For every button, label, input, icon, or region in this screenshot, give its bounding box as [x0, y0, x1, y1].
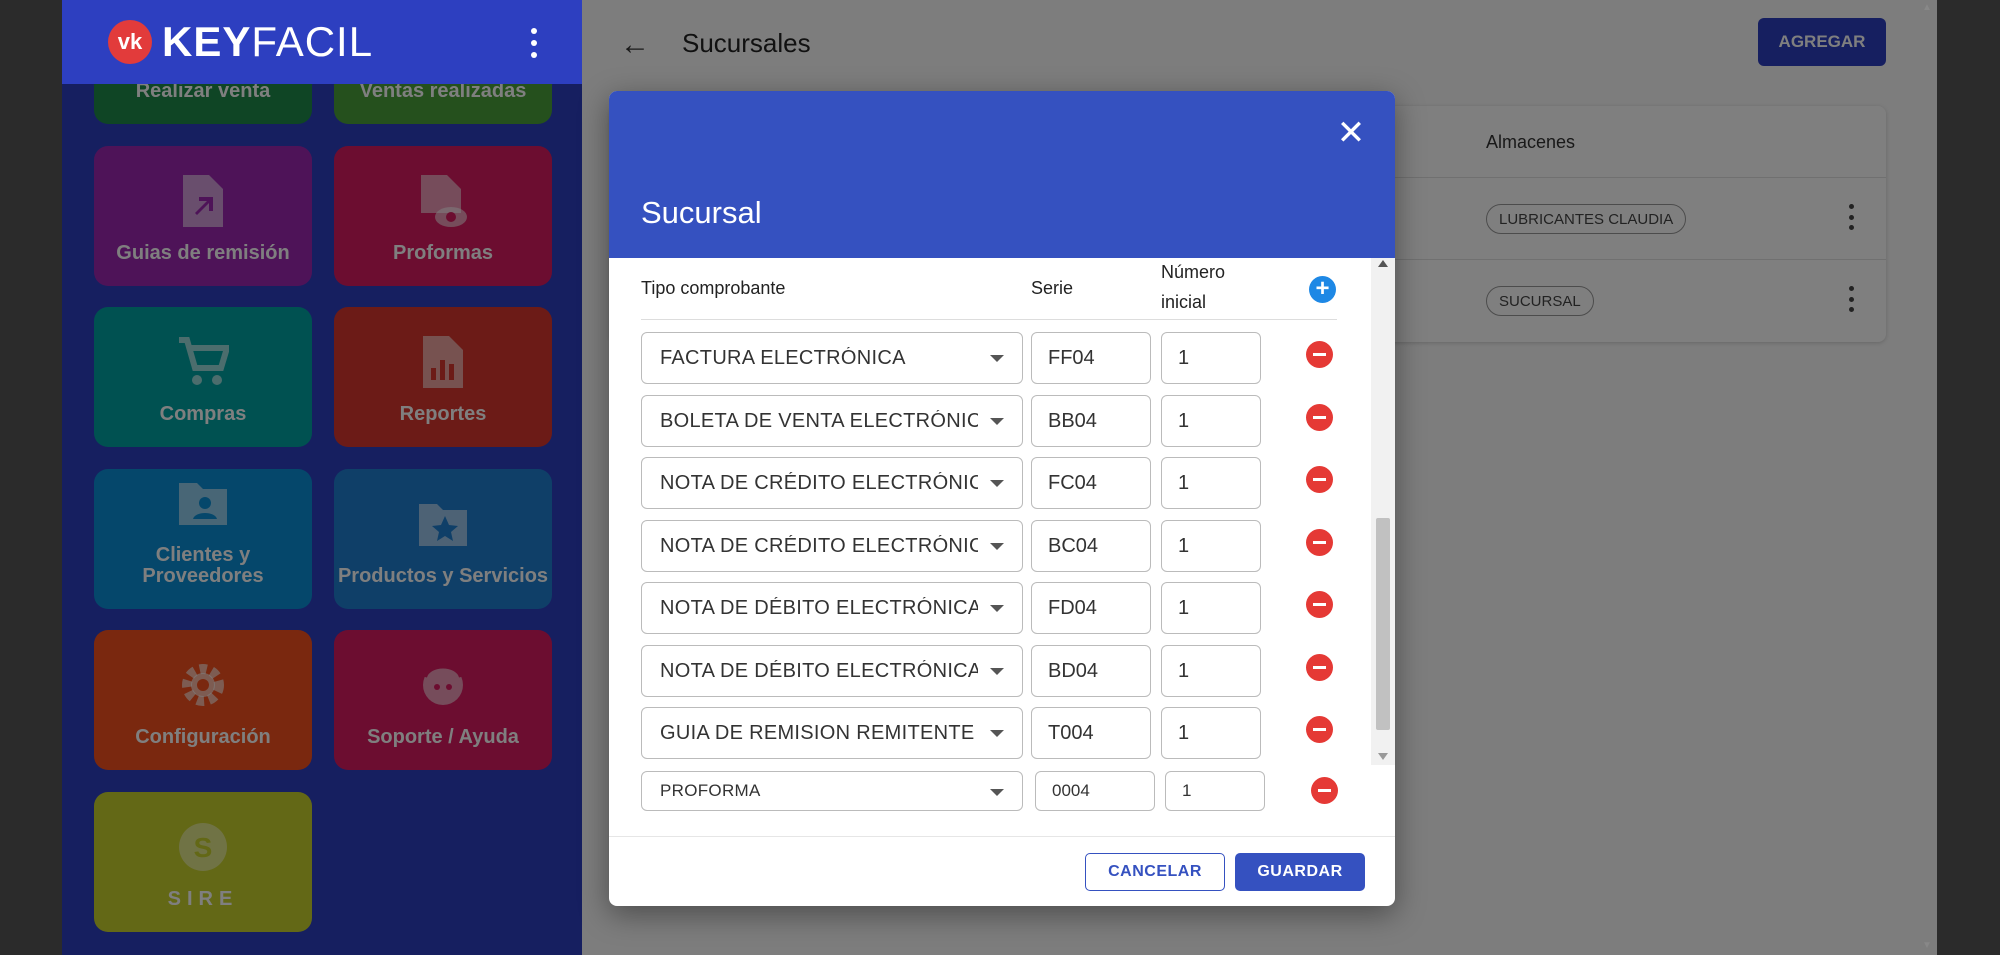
dialog-header: Sucursal ✕ [609, 91, 1395, 258]
logo-light: FACIL [251, 18, 374, 65]
remove-row-icon[interactable] [1306, 466, 1333, 493]
remove-row-icon[interactable] [1306, 341, 1333, 368]
numero-input[interactable]: 1 [1161, 645, 1261, 697]
caret-down-icon [990, 668, 1004, 675]
comprobante-row: NOTA DE CRÉDITO ELECTRÓNICA BC04 1 [641, 520, 1361, 572]
scroll-down-icon[interactable] [1378, 753, 1388, 760]
numero-input[interactable]: 1 [1165, 771, 1265, 811]
sucursal-dialog: Sucursal ✕ Tipo comprobante Serie Número… [609, 91, 1395, 906]
remove-row-icon[interactable] [1306, 654, 1333, 681]
dialog-body: Tipo comprobante Serie Número inicial + … [609, 258, 1395, 765]
column-header-serie: Serie [1031, 278, 1074, 298]
numero-input[interactable]: 1 [1161, 457, 1261, 509]
scroll-up-icon[interactable] [1378, 260, 1388, 267]
serie-input[interactable]: BD04 [1031, 645, 1151, 697]
page-scrollbar[interactable]: ▲ ▼ [1920, 0, 1937, 955]
caret-down-icon [990, 605, 1004, 612]
comprobante-row: NOTA DE DÉBITO ELECTRÓNICA BD04 1 [641, 645, 1361, 697]
numero-input[interactable]: 1 [1161, 707, 1261, 759]
serie-input[interactable]: 0004 [1035, 771, 1155, 811]
caret-down-icon [990, 480, 1004, 487]
column-header-tipo: Tipo comprobante [641, 278, 786, 298]
add-row-icon[interactable]: + [1309, 276, 1336, 303]
comprobante-row: PROFORMA 0004 1 [641, 771, 1361, 823]
remove-row-icon[interactable] [1306, 716, 1333, 743]
remove-row-icon[interactable] [1306, 529, 1333, 556]
tipo-select[interactable]: BOLETA DE VENTA ELECTRÓNICA [641, 395, 1023, 447]
cancel-button[interactable]: CANCELAR [1085, 853, 1225, 891]
tipo-select[interactable]: NOTA DE CRÉDITO ELECTRÓNICA [641, 457, 1023, 509]
tipo-select[interactable]: FACTURA ELECTRÓNICA [641, 332, 1023, 384]
dialog-footer: CANCELAR GUARDAR [609, 836, 1395, 906]
caret-down-icon [990, 543, 1004, 550]
numero-input[interactable]: 1 [1161, 395, 1261, 447]
scroll-thumb[interactable] [1376, 518, 1390, 730]
logo: KEYFACIL [162, 18, 373, 66]
scroll-down-icon[interactable]: ▼ [1922, 940, 1932, 951]
tipo-select[interactable]: PROFORMA [641, 771, 1023, 811]
sidebar-menu-icon[interactable] [528, 28, 540, 58]
numero-input[interactable]: 1 [1161, 520, 1261, 572]
dialog-title: Sucursal [641, 195, 762, 230]
caret-down-icon [990, 355, 1004, 362]
numero-input[interactable]: 1 [1161, 332, 1261, 384]
save-button[interactable]: GUARDAR [1235, 853, 1365, 891]
comprobante-row: NOTA DE DÉBITO ELECTRÓNICA FD04 1 [641, 582, 1361, 634]
close-icon[interactable]: ✕ [1333, 115, 1369, 151]
column-header-inicial: inicial [1161, 292, 1207, 312]
tipo-select[interactable]: NOTA DE DÉBITO ELECTRÓNICA [641, 582, 1023, 634]
comprobante-row: GUIA DE REMISION REMITENTE EL T004 1 [641, 707, 1361, 759]
serie-input[interactable]: T004 [1031, 707, 1151, 759]
serie-input[interactable]: BC04 [1031, 520, 1151, 572]
header-divider [641, 319, 1337, 320]
logo-bar: vk KEYFACIL [62, 0, 582, 84]
caret-down-icon [990, 789, 1004, 796]
caret-down-icon [990, 418, 1004, 425]
scroll-up-icon[interactable]: ▲ [1922, 2, 1932, 13]
numero-input[interactable]: 1 [1161, 582, 1261, 634]
logo-bold: KEY [162, 18, 252, 65]
tipo-select[interactable]: NOTA DE CRÉDITO ELECTRÓNICA [641, 520, 1023, 572]
dialog-scrollbar[interactable] [1371, 258, 1395, 765]
logo-icon: vk [108, 20, 152, 64]
remove-row-icon[interactable] [1306, 404, 1333, 431]
serie-input[interactable]: FD04 [1031, 582, 1151, 634]
comprobante-row: BOLETA DE VENTA ELECTRÓNICA BB04 1 [641, 395, 1361, 447]
comprobante-row: NOTA DE CRÉDITO ELECTRÓNICA FC04 1 [641, 457, 1361, 509]
serie-input[interactable]: FF04 [1031, 332, 1151, 384]
serie-input[interactable]: BB04 [1031, 395, 1151, 447]
tipo-select[interactable]: NOTA DE DÉBITO ELECTRÓNICA [641, 645, 1023, 697]
remove-row-icon[interactable] [1311, 777, 1338, 804]
tipo-select[interactable]: GUIA DE REMISION REMITENTE EL [641, 707, 1023, 759]
comprobante-row: FACTURA ELECTRÓNICA FF04 1 [641, 332, 1361, 384]
column-header-numero: Número [1161, 262, 1226, 282]
caret-down-icon [990, 730, 1004, 737]
serie-input[interactable]: FC04 [1031, 457, 1151, 509]
remove-row-icon[interactable] [1306, 591, 1333, 618]
